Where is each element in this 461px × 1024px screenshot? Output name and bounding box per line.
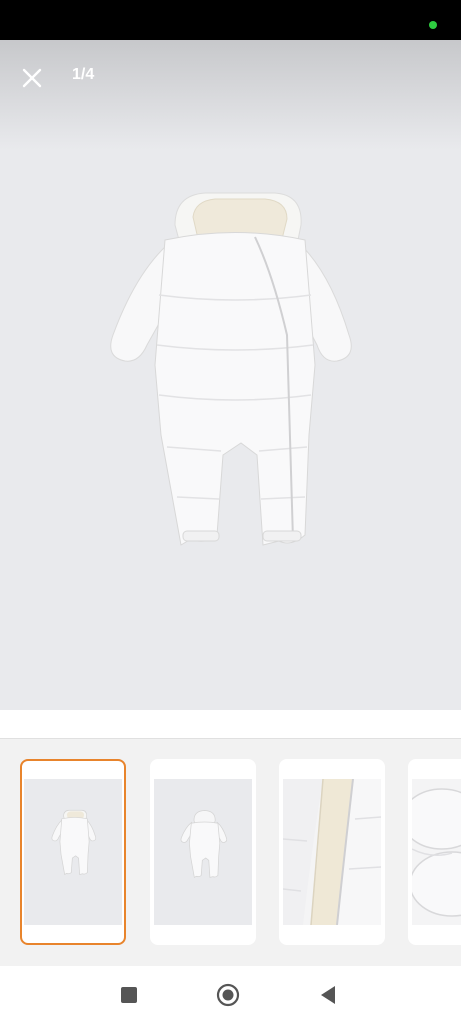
thumbnail-1[interactable] (20, 759, 126, 945)
thumbnail-4[interactable] (408, 759, 461, 945)
circle-home-icon (216, 983, 240, 1007)
viewer-divider (0, 710, 461, 738)
thumbnail-strip[interactable] (0, 738, 461, 967)
system-navigation-bar (0, 966, 461, 1024)
thumbnail-image-cuff (412, 779, 461, 925)
thumbnail-2[interactable] (150, 759, 256, 945)
close-button[interactable] (14, 60, 50, 96)
thumbnail-image-front (24, 779, 122, 925)
thumbnail-image-zipper (283, 779, 381, 925)
close-icon (22, 68, 42, 88)
image-viewer[interactable]: 1/4 (0, 40, 461, 710)
viewer-top-gradient (0, 40, 461, 150)
square-icon (121, 987, 137, 1003)
thumbnail-3[interactable] (279, 759, 385, 945)
recents-button[interactable] (114, 980, 144, 1010)
triangle-back-icon (321, 986, 335, 1004)
status-indicator-dot (429, 21, 437, 29)
image-counter: 1/4 (72, 66, 95, 83)
product-image[interactable] (95, 185, 365, 555)
home-button[interactable] (213, 980, 243, 1010)
status-bar (0, 0, 461, 40)
thumbnail-image-back (154, 779, 252, 925)
back-button[interactable] (313, 980, 343, 1010)
